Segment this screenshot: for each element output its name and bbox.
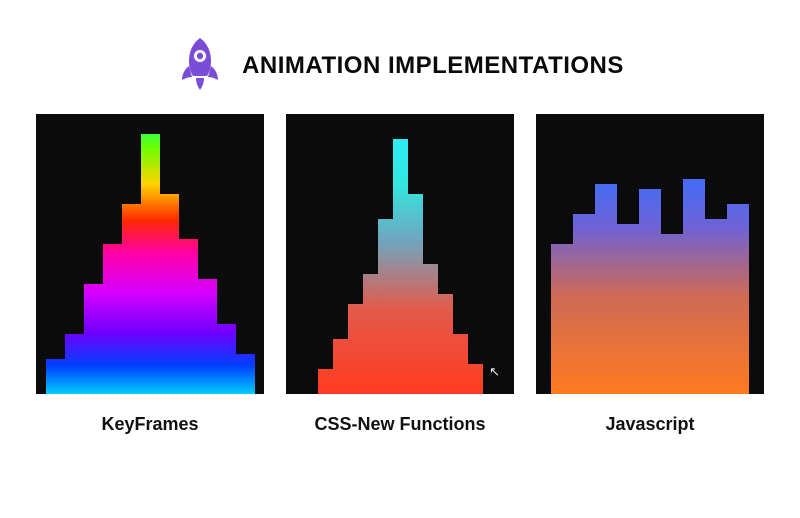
bar	[236, 354, 255, 394]
page-root: ANIMATION IMPLEMENTATIONS KeyFrames ↖ CS…	[0, 0, 800, 518]
bar	[333, 339, 348, 394]
panel-css-new-functions: ↖ CSS-New Functions	[286, 114, 514, 435]
bar	[393, 139, 408, 394]
bar	[705, 219, 727, 394]
bars-container	[36, 114, 264, 394]
bar	[198, 279, 217, 394]
bar	[453, 334, 468, 394]
panel-javascript: Javascript	[536, 114, 764, 435]
bars-container	[536, 114, 764, 394]
chart-keyframes	[36, 114, 264, 394]
bar	[363, 274, 378, 394]
cursor-icon: ↖	[489, 364, 500, 380]
bar	[683, 179, 705, 394]
caption-javascript: Javascript	[605, 414, 694, 435]
chart-javascript	[536, 114, 764, 394]
bar	[468, 364, 483, 394]
caption-keyframes: KeyFrames	[101, 414, 198, 435]
bars-container	[286, 114, 514, 394]
bar	[727, 204, 749, 394]
header: ANIMATION IMPLEMENTATIONS	[0, 0, 800, 114]
bar	[378, 219, 393, 394]
bar	[617, 224, 639, 394]
bar	[217, 324, 236, 394]
page-title: ANIMATION IMPLEMENTATIONS	[242, 52, 624, 80]
rocket-icon	[176, 36, 224, 96]
bar	[46, 359, 65, 394]
chart-css-new-functions: ↖	[286, 114, 514, 394]
bar	[103, 244, 122, 394]
bar	[438, 294, 453, 394]
bar	[122, 204, 141, 394]
bar	[595, 184, 617, 394]
bar	[348, 304, 363, 394]
caption-css-new-functions: CSS-New Functions	[314, 414, 485, 435]
bar	[160, 194, 179, 394]
bar	[551, 244, 573, 394]
bar	[661, 234, 683, 394]
bar	[318, 369, 333, 394]
bar	[573, 214, 595, 394]
bar	[179, 239, 198, 394]
bar	[141, 134, 160, 394]
bar	[408, 194, 423, 394]
bar	[84, 284, 103, 394]
bar	[65, 334, 84, 394]
bar	[423, 264, 438, 394]
bar	[639, 189, 661, 394]
panel-keyframes: KeyFrames	[36, 114, 264, 435]
panels-row: KeyFrames ↖ CSS-New Functions Javascript	[0, 114, 800, 435]
